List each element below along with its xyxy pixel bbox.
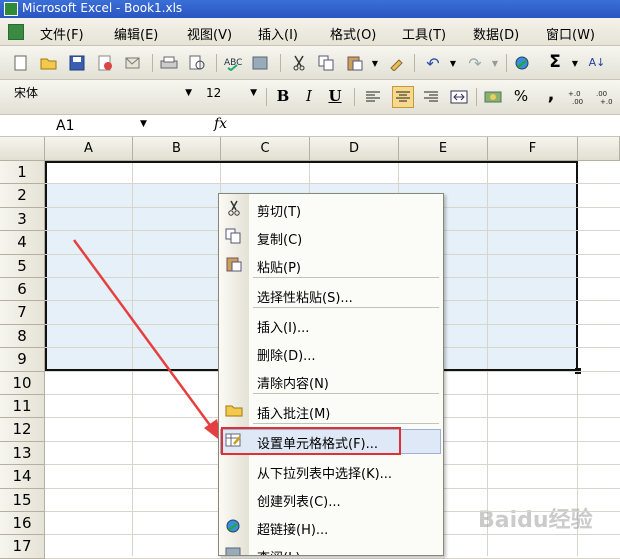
context-menu-label: 粘贴(P) xyxy=(257,261,301,276)
context-menu-item-9[interactable]: 从下拉列表中选择(K)... xyxy=(219,458,443,484)
context-menu-label: 创建列表(C)... xyxy=(257,495,341,510)
context-menu-item-12[interactable]: 查阅(L)... xyxy=(219,542,443,555)
context-menu-separator xyxy=(253,423,439,424)
annotation-highlight-box xyxy=(221,427,401,455)
context-menu-item-7[interactable]: 插入批注(M) xyxy=(219,398,443,424)
context-menu-label: 复制(C) xyxy=(257,233,303,248)
research-icon xyxy=(225,546,243,555)
context-menu-item-2[interactable]: 粘贴(P) xyxy=(219,252,443,278)
context-menu-item-11[interactable]: 超链接(H)... xyxy=(219,514,443,540)
context-menu-label: 插入批注(M) xyxy=(257,407,331,422)
context-menu-separator xyxy=(253,393,439,394)
context-menu-label: 查阅(L)... xyxy=(257,547,313,555)
context-menu-separator xyxy=(253,307,439,308)
context-menu-label: 从下拉列表中选择(K)... xyxy=(257,467,393,482)
context-menu-item-5[interactable]: 删除(D)... xyxy=(219,340,443,366)
context-menu-separator xyxy=(253,277,439,278)
scissors-icon xyxy=(225,200,243,218)
hyperlink-icon xyxy=(225,518,243,536)
context-menu-item-0[interactable]: 剪切(T) xyxy=(219,196,443,222)
context-menu-label: 清除内容(N) xyxy=(257,377,329,392)
context-menu-label: 插入(I)... xyxy=(257,321,310,336)
context-menu-label: 剪切(T) xyxy=(257,205,302,220)
copy-icon xyxy=(225,228,243,246)
context-menu-label: 选择性粘贴(S)... xyxy=(257,291,353,306)
context-menu-item-3[interactable]: 选择性粘贴(S)... xyxy=(219,282,443,308)
context-menu-item-1[interactable]: 复制(C) xyxy=(219,224,443,250)
folder-icon xyxy=(225,402,243,420)
context-menu-item-10[interactable]: 创建列表(C)... xyxy=(219,486,443,512)
context-menu-item-6[interactable]: 清除内容(N) xyxy=(219,368,443,394)
context-menu-label: 超链接(H)... xyxy=(257,523,329,538)
context-menu-label: 删除(D)... xyxy=(257,349,316,364)
context-menu-item-4[interactable]: 插入(I)... xyxy=(219,312,443,338)
context-menu: 剪切(T) 复制(C) 粘贴(P) 选择性粘贴(S)... 插入(I)... 删除(D).… xyxy=(218,193,444,556)
paste-icon xyxy=(225,256,243,274)
